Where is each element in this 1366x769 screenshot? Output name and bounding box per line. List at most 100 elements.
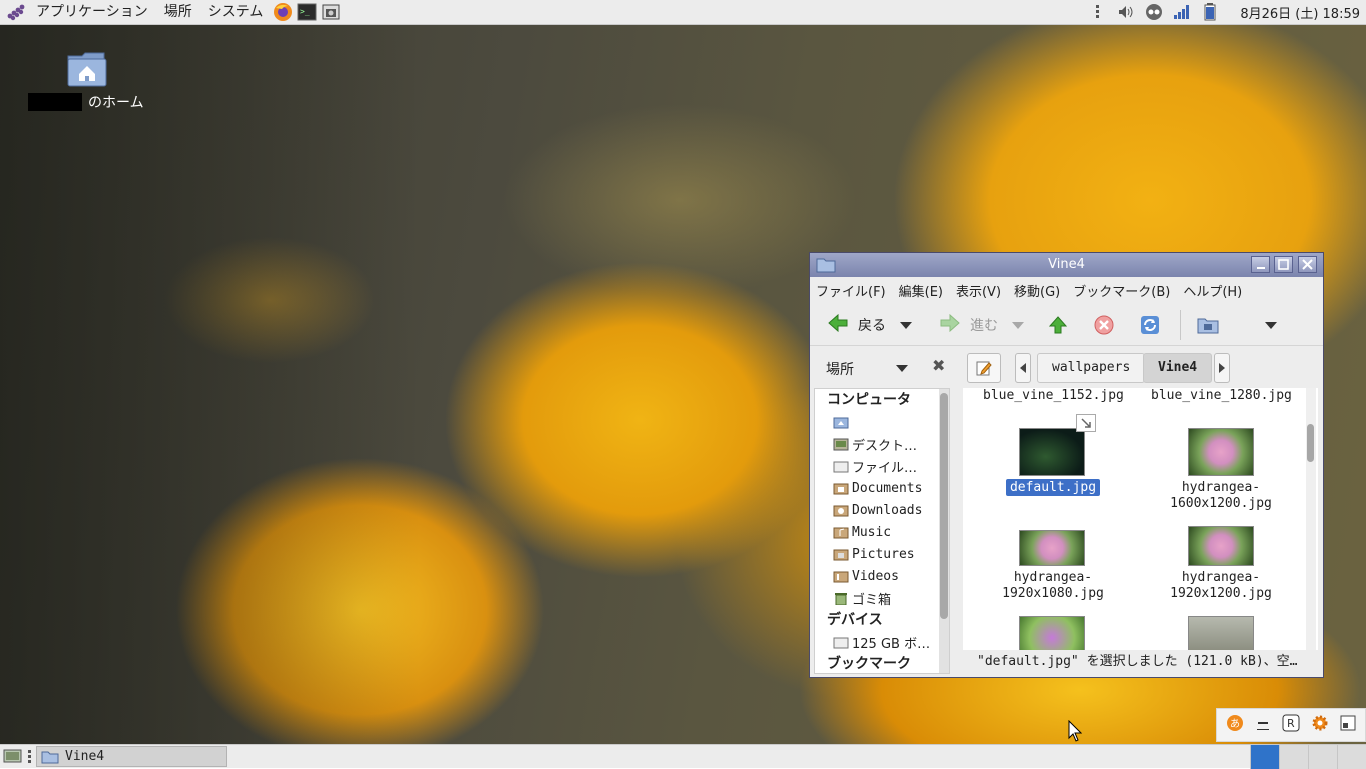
taskbar-button-vine4[interactable]: Vine4 bbox=[36, 746, 227, 767]
input-mode-icon[interactable]: あ bbox=[1226, 714, 1244, 736]
screenshot-icon[interactable] bbox=[321, 2, 341, 22]
edit-location-button[interactable] bbox=[967, 353, 1001, 383]
workspace-2[interactable] bbox=[1279, 745, 1308, 769]
file-thumbnail-hydrangea-1920x1200[interactable] bbox=[1188, 526, 1254, 566]
menu-file[interactable]: ファイル(F) bbox=[810, 281, 893, 300]
sidebar-item-pictures[interactable]: Pictures bbox=[815, 543, 949, 565]
stop-icon bbox=[1094, 315, 1114, 335]
workspace-3[interactable] bbox=[1308, 745, 1337, 769]
reload-icon bbox=[1141, 316, 1159, 334]
toolbar: 戻る 進む bbox=[810, 305, 1323, 345]
tray-expand-icon[interactable] bbox=[1340, 715, 1356, 735]
breadcrumb-vine4[interactable]: Vine4 bbox=[1143, 353, 1213, 383]
terminal-icon[interactable]: >_ bbox=[297, 2, 317, 22]
forward-history-dropdown[interactable] bbox=[1004, 310, 1032, 340]
sidebar-item-downloads[interactable]: Downloads bbox=[815, 499, 949, 521]
input-settings-gear-icon[interactable] bbox=[1311, 714, 1329, 736]
close-sidebar-icon[interactable]: ✖ bbox=[932, 356, 945, 375]
sidebar-scrollbar-thumb[interactable] bbox=[940, 393, 948, 619]
file-manager-window[interactable]: Vine4 ファイル(F) 編集(E) 表示(V) 移動(G) ブックマーク(B… bbox=[809, 252, 1324, 678]
sidebar-item-volume[interactable]: 125 GB ボ… bbox=[815, 631, 949, 653]
menu-view[interactable]: 表示(V) bbox=[950, 281, 1008, 300]
home-label-text: のホーム bbox=[88, 95, 144, 111]
stop-button[interactable] bbox=[1088, 310, 1120, 340]
forward-button[interactable]: 進む bbox=[934, 310, 1004, 340]
file-label-hydrangea-1920x1200[interactable]: hydrangea- 1920x1200.jpg bbox=[1151, 570, 1291, 602]
file-thumbnail-partial-2[interactable] bbox=[1188, 616, 1254, 650]
sidebar-item-home[interactable] bbox=[815, 411, 949, 433]
maximize-button[interactable] bbox=[1274, 256, 1293, 273]
sidebar-item-documents[interactable]: Documents bbox=[815, 477, 949, 499]
workspace-1[interactable] bbox=[1250, 745, 1279, 769]
file-label-blue-vine-1152[interactable]: blue_vine_1152.jpg bbox=[983, 388, 1124, 404]
back-history-dropdown[interactable] bbox=[892, 310, 920, 340]
applications-menu[interactable]: アプリケーション bbox=[28, 0, 156, 24]
sidebar-item-desktop[interactable]: デスクト… bbox=[815, 433, 949, 455]
file-label-default[interactable]: default.jpg bbox=[1005, 479, 1101, 496]
network-manager-icon[interactable] bbox=[1144, 2, 1164, 22]
sidebar-item-filesystem[interactable]: ファイル… bbox=[815, 455, 949, 477]
menu-help[interactable]: ヘルプ(H) bbox=[1177, 281, 1249, 300]
system-tray: 8月26日 (土) 18:59 bbox=[1086, 0, 1360, 24]
sidebar-selector-label[interactable]: 場所 bbox=[826, 359, 854, 379]
drive-icon bbox=[833, 460, 849, 473]
clock[interactable]: 8月26日 (土) 18:59 bbox=[1240, 3, 1360, 22]
up-arrow-icon bbox=[1048, 316, 1068, 334]
file-thumbnail-hydrangea-1920x1080[interactable] bbox=[1019, 530, 1085, 566]
show-desktop-icon[interactable] bbox=[3, 748, 23, 768]
folder-view-icon bbox=[1197, 318, 1219, 334]
file-default[interactable]: default.jpg bbox=[983, 479, 1123, 496]
forward-arrow-icon bbox=[940, 313, 960, 336]
workspace-switcher bbox=[1250, 745, 1366, 769]
view-mode-dropdown[interactable] bbox=[1259, 310, 1283, 340]
file-thumbnail-hydrangea-1600[interactable] bbox=[1188, 428, 1254, 476]
places-menu[interactable]: 場所 bbox=[156, 0, 200, 24]
sidebar-scrollbar[interactable] bbox=[939, 389, 949, 673]
system-menu[interactable]: システム bbox=[200, 0, 272, 24]
breadcrumb-wallpapers[interactable]: wallpapers bbox=[1037, 353, 1146, 383]
minimize-button[interactable] bbox=[1251, 256, 1270, 273]
close-button[interactable] bbox=[1298, 256, 1317, 273]
menu-bookmarks[interactable]: ブックマーク(B) bbox=[1067, 281, 1177, 300]
home-folder-label[interactable]: のホーム bbox=[28, 92, 144, 112]
drive-icon bbox=[833, 636, 849, 649]
file-label-hydrangea-1600[interactable]: hydrangea- 1600x1200.jpg bbox=[1151, 480, 1291, 512]
volume-icon[interactable] bbox=[1116, 2, 1136, 22]
sidebar-item-trash[interactable]: ゴミ箱 bbox=[815, 587, 949, 609]
back-arrow-icon bbox=[828, 313, 848, 336]
menu-edit[interactable]: 編集(E) bbox=[893, 281, 950, 300]
tray-handle-icon bbox=[1088, 2, 1108, 22]
file-icon-view[interactable]: blue_vine_1152.jpg blue_vine_1280.jpg de… bbox=[963, 388, 1318, 650]
sidebar-header-computer: コンピュータ bbox=[827, 392, 911, 408]
workspace-4[interactable] bbox=[1337, 745, 1366, 769]
file-thumbnail-partial-1[interactable] bbox=[1019, 616, 1085, 650]
romaji-icon[interactable]: R bbox=[1282, 714, 1300, 736]
panel-handle-icon bbox=[28, 750, 32, 768]
sidebar-item-music[interactable]: Music bbox=[815, 521, 949, 543]
file-view-scrollbar[interactable] bbox=[1306, 388, 1316, 650]
wallpaper-shade bbox=[0, 0, 420, 768]
input-width-icon[interactable] bbox=[1255, 715, 1271, 735]
pictures-folder-icon bbox=[833, 548, 849, 561]
file-label-hydrangea-1920x1080[interactable]: hydrangea- 1920x1080.jpg bbox=[983, 570, 1123, 602]
breadcrumb-left-arrow[interactable] bbox=[1015, 353, 1031, 383]
battery-icon[interactable] bbox=[1200, 2, 1220, 22]
input-method-tray: あ R bbox=[1216, 708, 1366, 742]
reload-button[interactable] bbox=[1134, 310, 1166, 340]
sidebar-selector-dropdown[interactable] bbox=[896, 365, 908, 372]
window-titlebar[interactable]: Vine4 bbox=[810, 253, 1323, 277]
sidebar-item-videos[interactable]: Videos bbox=[815, 565, 949, 587]
view-folder-button[interactable] bbox=[1191, 310, 1225, 340]
home-folder-icon[interactable] bbox=[66, 50, 108, 88]
signal-strength-icon[interactable] bbox=[1172, 2, 1192, 22]
back-button[interactable]: 戻る bbox=[822, 310, 892, 340]
vine-logo-icon[interactable] bbox=[6, 2, 26, 22]
up-button[interactable] bbox=[1042, 310, 1074, 340]
file-view-scrollbar-thumb[interactable] bbox=[1307, 424, 1314, 462]
sidebar-header-devices: デバイス bbox=[827, 612, 883, 628]
firefox-icon[interactable] bbox=[273, 2, 293, 22]
menu-go[interactable]: 移動(G) bbox=[1008, 281, 1067, 300]
breadcrumb-right-arrow[interactable] bbox=[1214, 353, 1230, 383]
file-label-blue-vine-1280[interactable]: blue_vine_1280.jpg bbox=[1151, 388, 1292, 404]
file-thumbnail-default[interactable] bbox=[1019, 428, 1085, 476]
